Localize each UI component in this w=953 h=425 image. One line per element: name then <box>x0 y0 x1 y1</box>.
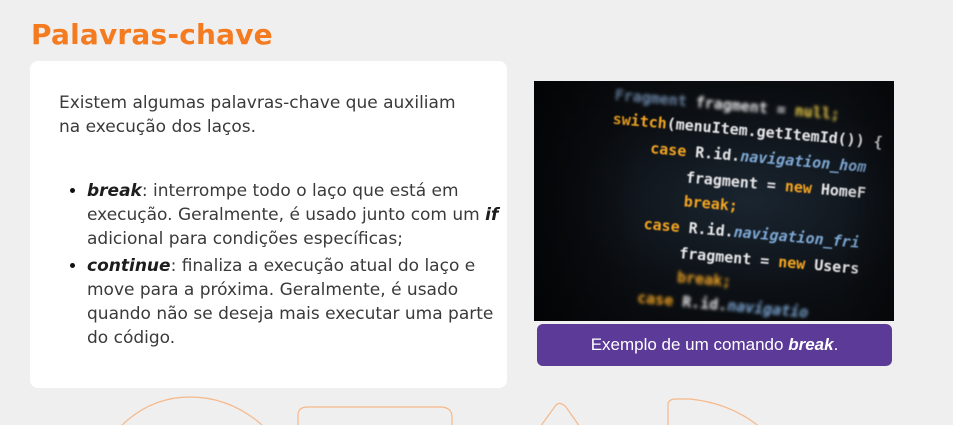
code-photo: Fragment fragment = null; switch(menuIte… <box>534 81 894 321</box>
keyword-break: break <box>87 181 142 201</box>
code-photo-svg: Fragment fragment = null; switch(menuIte… <box>534 81 894 321</box>
image-caption: Exemplo de um comando break. <box>537 324 892 366</box>
keyword-continue: continue <box>87 256 171 276</box>
list-item-continue: continue: finaliza a execução atual do l… <box>87 254 517 350</box>
page-title: Palavras-chave <box>31 18 273 51</box>
list-item-break: break: interrompe todo o laço que está e… <box>87 179 517 251</box>
keyword-list: break: interrompe todo o laço que está e… <box>59 179 517 353</box>
deco-curve-shape <box>667 398 759 425</box>
deco-triangle-shape <box>540 402 580 425</box>
caption-suffix: . <box>833 335 839 354</box>
caption-prefix: Exemplo de um comando <box>590 335 789 354</box>
content-card: Existem algumas palavras-chave que auxil… <box>30 61 507 388</box>
decorative-outline-shapes <box>121 396 759 425</box>
photo-vignette <box>534 81 894 321</box>
break-description-a: : interrompe todo o laço que está em exe… <box>87 181 486 225</box>
keyword-if: if <box>485 205 499 225</box>
break-description-b: adicional para condições específicas; <box>87 229 403 249</box>
deco-rounded-rect-shape <box>297 406 453 425</box>
caption-keyword: break <box>788 335 834 354</box>
deco-arc-shape <box>121 396 263 425</box>
intro-text: Existem algumas palavras-chave que auxil… <box>59 93 456 137</box>
